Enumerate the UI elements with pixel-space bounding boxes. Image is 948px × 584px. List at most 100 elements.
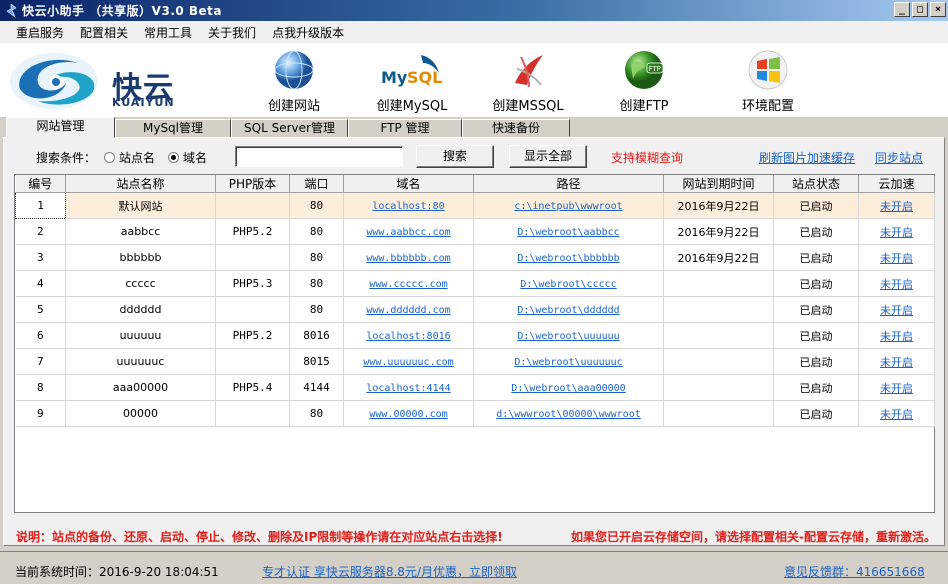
table-row[interactable]: 3 bbbbbb 80 www.bbbbbb.com D:\webroot\bbbbbb… [15,244,935,271]
menu-about[interactable]: 关于我们 [200,24,264,41]
radio-domain-dot[interactable] [168,152,179,163]
menu-bar: 重启服务 配置相关 常用工具 关于我们 点我升级版本 [0,21,948,43]
show-all-button[interactable]: 显示全部 [509,145,587,168]
env-config-button[interactable]: 环境配置 [718,49,818,114]
table-row[interactable]: 4 ccccc PHP5.3 80 www.ccccc.com D:\webroot\cc… [15,270,935,297]
minimize-button[interactable]: _ [894,2,910,17]
cell-expire-date: 2016年9月22日 [663,192,774,219]
tab-quick-backup[interactable]: 快速备份 [462,119,570,137]
close-button[interactable]: × [930,2,946,17]
maximize-button[interactable]: □ [912,2,928,17]
cell-path[interactable]: D:\webroot\aabbcc [473,218,664,245]
cell-site-name: 00000 [65,400,216,427]
cell-cloud-accel[interactable]: 未开启 [858,218,935,245]
radio-site-name-dot[interactable] [104,152,115,163]
create-site-button[interactable]: 创建网站 [244,49,344,114]
cell-status: 已启动 [773,192,859,219]
menu-upgrade[interactable]: 点我升级版本 [264,24,352,41]
cell-cloud-accel[interactable]: 未开启 [858,348,935,375]
table-row[interactable]: 2 aabbcc PHP5.2 80 www.aabbcc.com D:\webroot\… [15,218,935,245]
site-manage-panel: 搜索条件： 站点名 域名 搜索 显示全部 支持模糊查询 刷新图片加速缓存 同步站… [3,137,945,546]
col-header[interactable]: 域名 [343,175,474,193]
cell-path[interactable]: D:\webroot\uuuuuu [473,322,664,349]
col-header[interactable]: 站点名称 [65,175,216,193]
create-mssql-button[interactable]: 创建MSSQL [478,49,578,114]
col-header[interactable]: 云加速 [858,175,935,193]
cell-expire-date [663,322,774,349]
col-header[interactable]: PHP版本 [215,175,290,193]
cell-path[interactable]: d:\wwwroot\00000\wwwroot [473,400,664,427]
search-input[interactable] [235,146,403,167]
site-table: 编号 站点名称 PHP版本 端口 域名 路径 网站到期时间 站点状态 云加速 1… [14,174,935,513]
table-row[interactable]: 5 dddddd 80 www.dddddd.com D:\webroot\dddddd… [15,296,935,323]
table-row[interactable]: 8 aaa00000 PHP5.4 4144 localhost:4144 D:\webr… [15,374,935,401]
tab-sqlserver-manage[interactable]: SQL Server管理 [231,119,348,137]
sync-sites-link[interactable]: 同步站点 [875,149,923,166]
cell-domain[interactable]: www.ccccc.com [343,270,474,297]
radio-site-name[interactable]: 站点名 [104,149,155,166]
menu-tools[interactable]: 常用工具 [136,24,200,41]
refresh-image-cache-link[interactable]: 刷新图片加速缓存 [759,149,855,166]
cell-cloud-accel[interactable]: 未开启 [858,244,935,271]
table-header: 编号 站点名称 PHP版本 端口 域名 路径 网站到期时间 站点状态 云加速 [15,175,935,193]
cell-status: 已启动 [773,374,859,401]
cell-cloud-accel[interactable]: 未开启 [858,374,935,401]
cell-cloud-accel[interactable]: 未开启 [858,192,935,219]
cell-cloud-accel[interactable]: 未开启 [858,270,935,297]
cell-port: 80 [289,400,344,427]
cell-status: 已启动 [773,270,859,297]
cell-status: 已启动 [773,400,859,427]
svg-text:My: My [381,68,408,87]
menu-restart-service[interactable]: 重启服务 [8,24,72,41]
tab-site-manage[interactable]: 网站管理 [6,117,115,138]
cell-domain[interactable]: www.00000.com [343,400,474,427]
cell-domain[interactable]: localhost:8016 [343,322,474,349]
table-row[interactable]: 1 默认网站 80 localhost:80 c:\inetpub\wwwroot 201… [15,192,935,219]
table-row[interactable]: 7 uuuuuuc 8015 www.uuuuuuc.com D:\webroot\uu… [15,348,935,375]
cell-domain[interactable]: www.aabbcc.com [343,218,474,245]
col-header[interactable]: 端口 [289,175,344,193]
promo-link[interactable]: 专才认证 享快云服务器8.8元/月优惠，立即领取 [262,563,517,580]
cell-path[interactable]: D:\webroot\ccccc [473,270,664,297]
col-header[interactable]: 网站到期时间 [663,175,774,193]
cell-path[interactable]: D:\webroot\aaa00000 [473,374,664,401]
cell-domain[interactable]: localhost:4144 [343,374,474,401]
cell-site-name: uuuuuu [65,322,216,349]
cell-cloud-accel[interactable]: 未开启 [858,296,935,323]
system-time: 当前系统时间：2016-9-20 18:04:51 [15,565,219,579]
menu-config[interactable]: 配置相关 [72,24,136,41]
table-row[interactable]: 6 uuuuuu PHP5.2 8016 localhost:8016 D:\webroo… [15,322,935,349]
cell-port: 80 [289,244,344,271]
search-button[interactable]: 搜索 [416,145,494,168]
cell-cloud-accel[interactable]: 未开启 [858,400,935,427]
cell-path[interactable]: D:\webroot\bbbbbb [473,244,664,271]
cell-cloud-accel[interactable]: 未开启 [858,322,935,349]
cell-domain[interactable]: www.dddddd.com [343,296,474,323]
cell-php-version: PHP5.3 [215,270,290,297]
cell-php-version [215,296,290,323]
table-row[interactable]: 9 00000 80 www.00000.com d:\wwwroot\00000\ww… [15,400,935,427]
env-config-label: 环境配置 [741,99,794,114]
cell-domain[interactable]: www.uuuuuuc.com [343,348,474,375]
cell-path[interactable]: c:\inetpub\wwwroot [473,192,664,219]
cell-path[interactable]: D:\webroot\uuuuuuc [473,348,664,375]
tab-ftp-manage[interactable]: FTP 管理 [348,119,462,137]
col-header[interactable]: 站点状态 [773,175,859,193]
windows-icon [747,49,789,91]
cell-port: 8016 [289,322,344,349]
col-header[interactable]: 编号 [15,175,66,193]
create-ftp-button[interactable]: FTP 创建FTP [594,49,694,114]
cell-path[interactable]: D:\webroot\dddddd [473,296,664,323]
cell-php-version [215,400,290,427]
cell-status: 已启动 [773,322,859,349]
radio-domain-label: 域名 [183,151,208,165]
cell-domain[interactable]: localhost:80 [343,192,474,219]
tab-mysql-manage[interactable]: MySql管理 [115,119,231,137]
create-mysql-button[interactable]: My SQL 创建MySQL [362,49,462,114]
feedback-group-link[interactable]: 意见反馈群：416651668 [784,563,925,580]
cell-domain[interactable]: www.bbbbbb.com [343,244,474,271]
create-mysql-label: 创建MySQL [376,99,448,114]
cell-port: 80 [289,192,344,219]
radio-domain[interactable]: 域名 [168,149,207,166]
col-header[interactable]: 路径 [473,175,664,193]
